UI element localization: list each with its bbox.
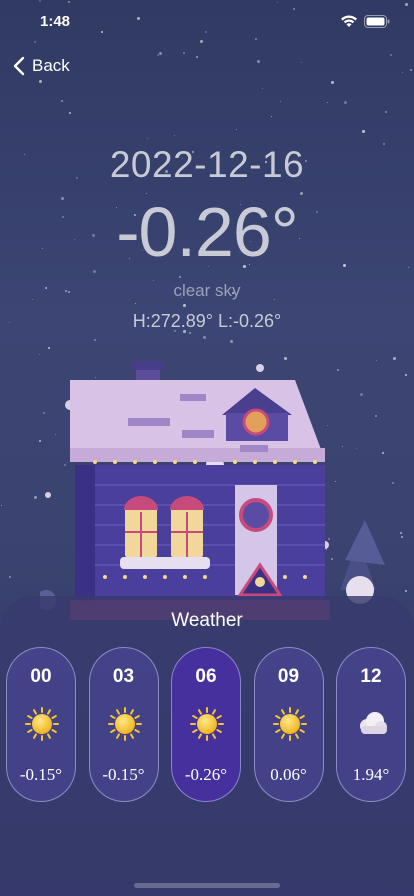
battery-icon [364, 14, 390, 28]
hour-temperature: -0.26° [184, 765, 228, 784]
star [384, 110, 387, 113]
star [361, 130, 365, 134]
star [400, 536, 403, 539]
star [401, 72, 403, 74]
hour-label: 03 [112, 666, 135, 687]
star [8, 575, 11, 578]
hour-label: 12 [360, 666, 382, 687]
sun-icon [272, 707, 307, 741]
star [301, 61, 303, 63]
hour-temperature: -0.15° [19, 765, 63, 784]
sun-icon [190, 707, 224, 741]
status-icons [340, 14, 390, 28]
hour-card[interactable]: 00 -0.15° [6, 647, 76, 802]
star [235, 129, 237, 131]
hour-card[interactable]: 03 -0.15° [88, 647, 159, 802]
star [404, 590, 407, 593]
star [157, 54, 160, 57]
star [147, 138, 149, 140]
star [390, 53, 393, 56]
star [159, 52, 163, 56]
star [271, 116, 273, 118]
star [93, 339, 96, 342]
forecast-date: 2022-12-16 [109, 144, 305, 185]
hour-temperature: 1.94° [352, 765, 390, 784]
star [410, 68, 413, 71]
star [61, 100, 64, 103]
weather-description: clear sky [173, 281, 241, 300]
hour-label: 09 [277, 666, 300, 687]
star [173, 134, 175, 136]
back-label: Back [32, 56, 70, 75]
home-indicator[interactable] [134, 883, 280, 888]
star [1, 504, 3, 506]
star [188, 332, 191, 334]
star [203, 336, 207, 340]
hour-card[interactable]: 09 0.06° [253, 647, 324, 802]
star [183, 303, 187, 307]
hourly-forecast-list: 00 -0.15° 03 -0.15° 06 -0.26° 09 0.06° 12 1.94° [6, 647, 414, 802]
sun-icon [107, 707, 142, 741]
hour-card[interactable]: 12 1.94° [336, 647, 406, 802]
star [327, 102, 329, 104]
chevron-left-icon [13, 56, 25, 76]
star [256, 59, 260, 63]
star [178, 276, 181, 279]
status-time: 1:48 [40, 13, 71, 30]
star [134, 303, 136, 305]
sun-icon [25, 707, 59, 741]
high-low-temperature: H:272.89° L:-0.26° [132, 311, 282, 331]
star [38, 80, 42, 84]
back-button[interactable]: Back [12, 56, 70, 76]
star [400, 531, 403, 534]
panel-title: Weather [171, 610, 243, 631]
status-bar: 1:48 [0, 0, 414, 44]
hour-card[interactable]: 06 -0.26° [171, 647, 241, 802]
star [261, 87, 263, 89]
star [230, 340, 234, 344]
hourly-forecast-panel: Weather 00 -0.15° 03 -0.15° 06 -0.26° 09 0.06° 1… [0, 596, 414, 896]
star [182, 51, 185, 54]
star [196, 55, 199, 58]
hour-label: 06 [195, 666, 217, 687]
hour-label: 00 [30, 666, 52, 687]
star [34, 495, 38, 499]
star [331, 80, 335, 84]
star [343, 101, 347, 105]
wifi-icon [341, 15, 357, 27]
current-temperature: -0.26° [116, 193, 299, 271]
hour-temperature: 0.06° [270, 765, 307, 784]
star [69, 111, 72, 114]
hour-temperature: -0.15° [102, 765, 145, 784]
cloud-icon [360, 712, 387, 734]
star [405, 373, 408, 376]
star [280, 101, 282, 103]
